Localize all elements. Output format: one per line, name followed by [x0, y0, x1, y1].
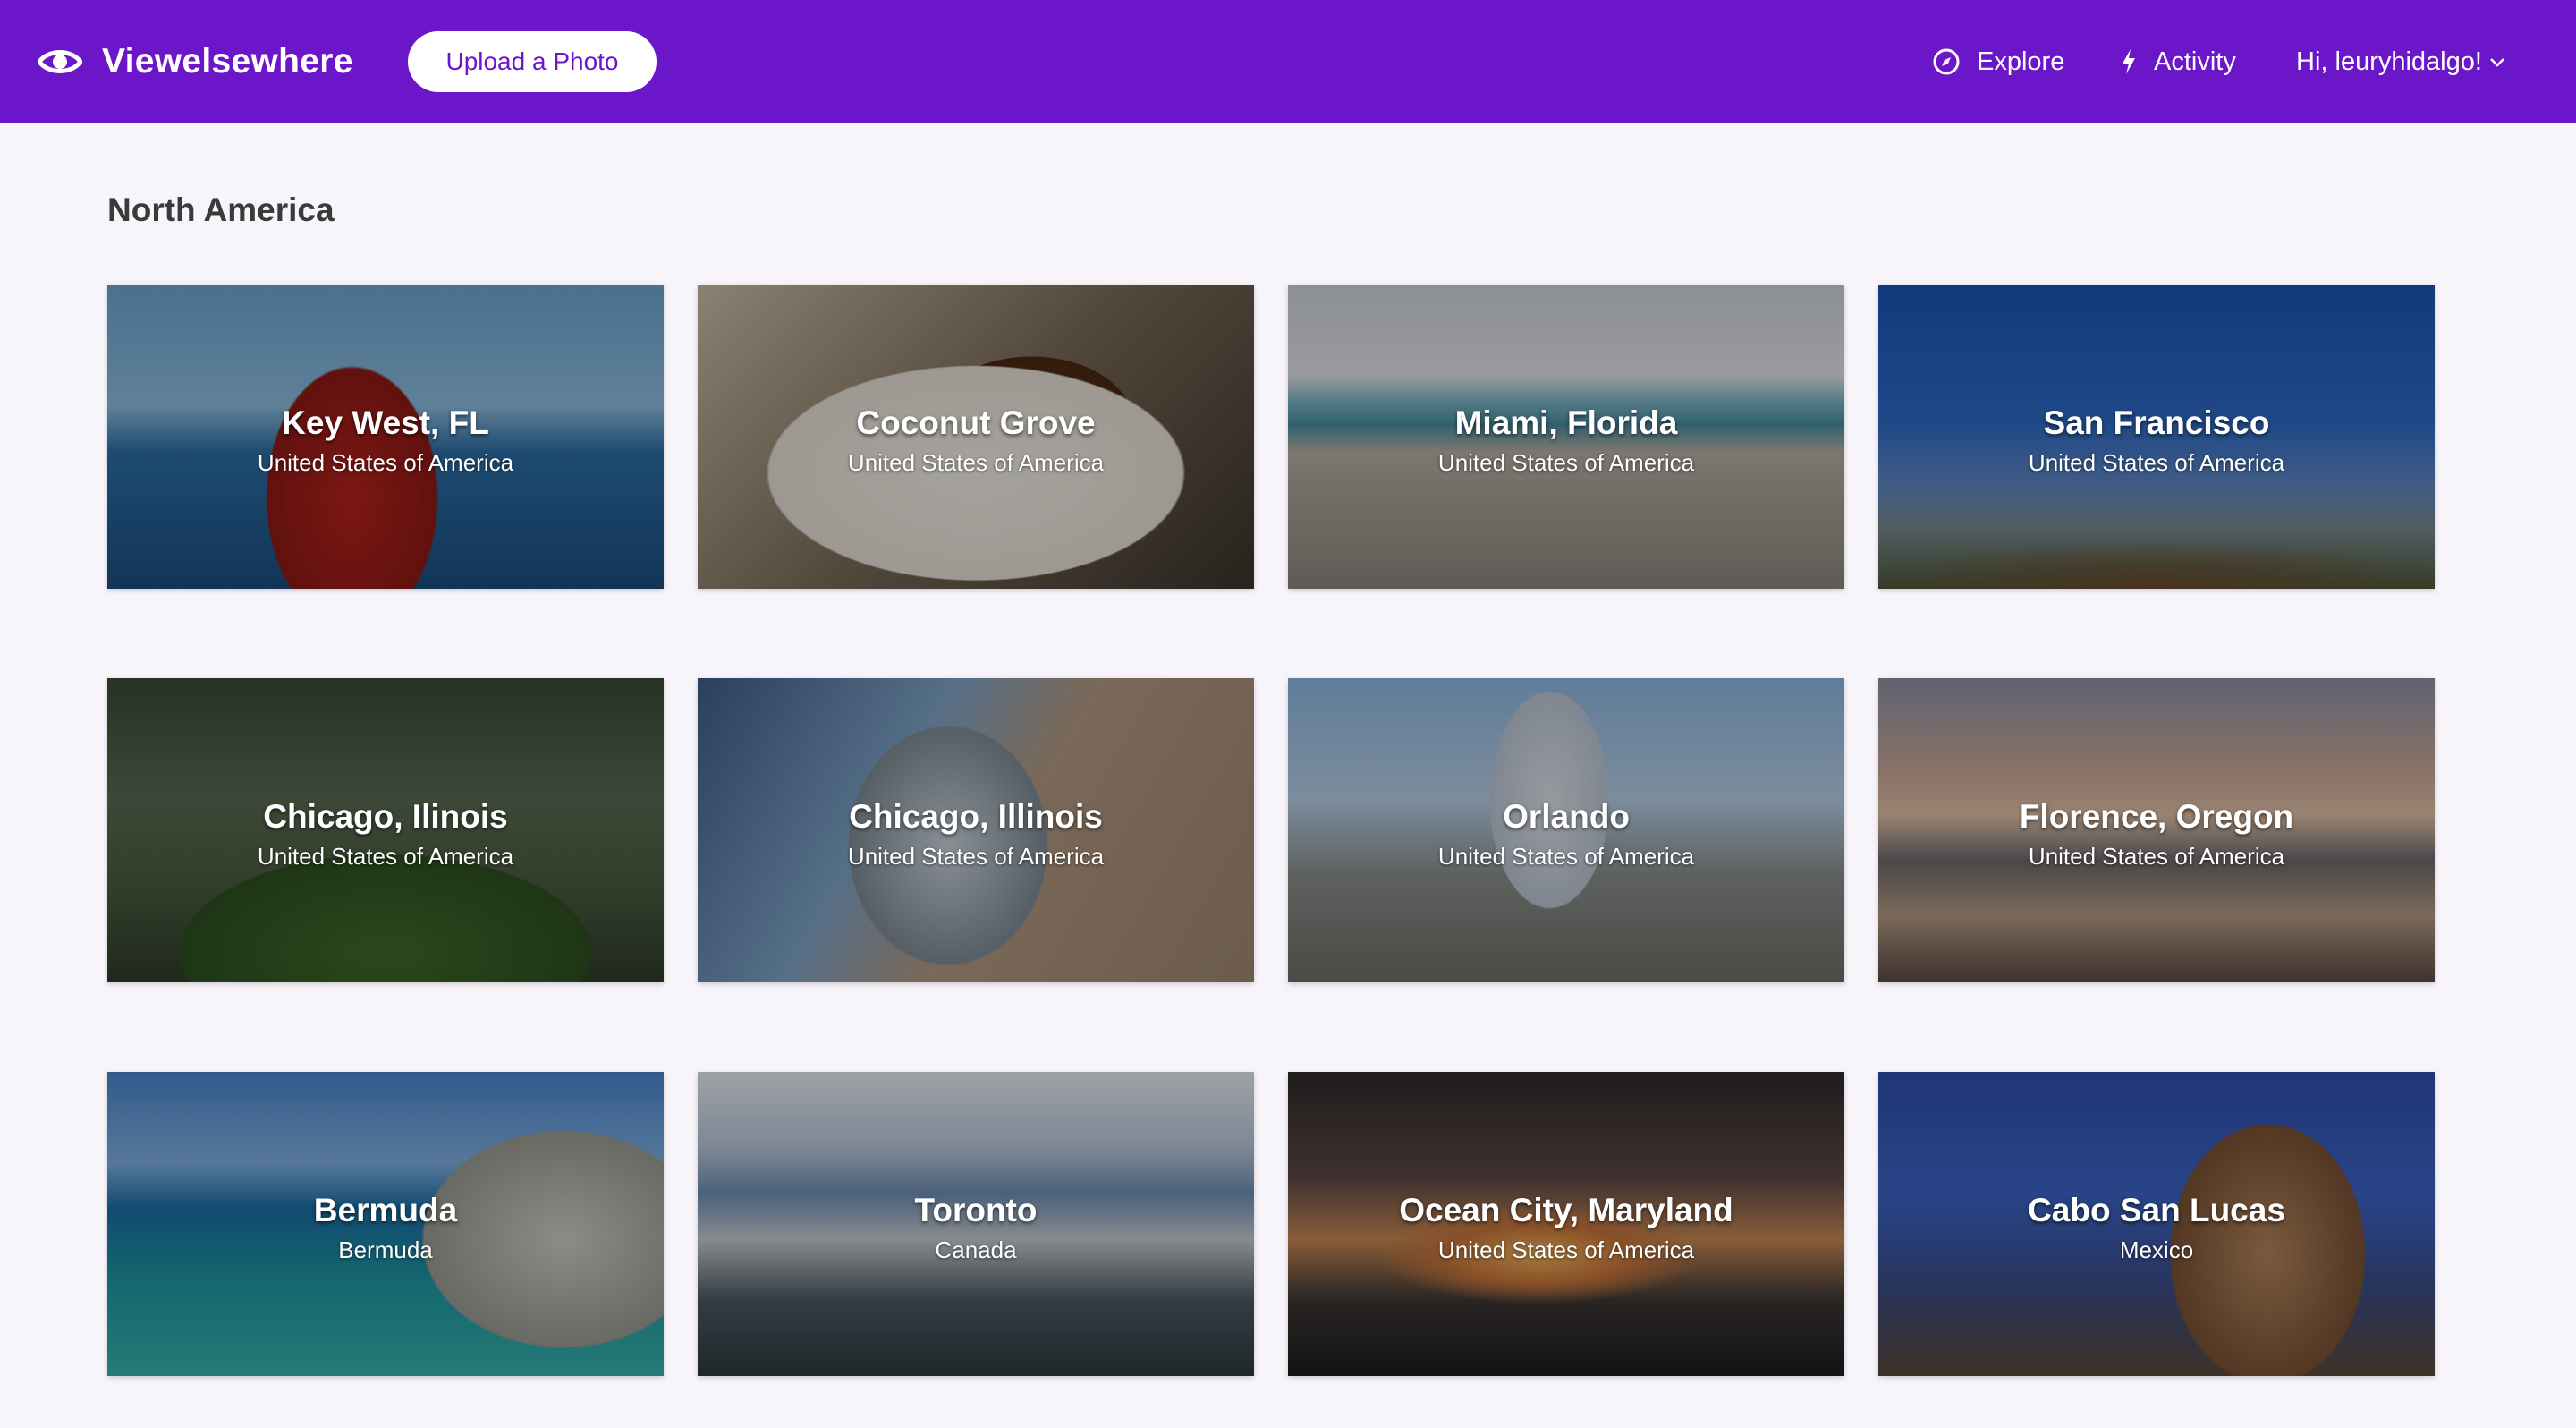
place-card-coconut-grove[interactable]: Coconut Grove United States of America	[698, 285, 1254, 589]
place-city: Florence, Oregon	[2019, 798, 2294, 835]
place-card-florence[interactable]: Florence, Oregon United States of Americ…	[1878, 678, 2435, 982]
place-country: United States of America	[1437, 1237, 1695, 1263]
upload-photo-button[interactable]: Upload a Photo	[408, 31, 657, 92]
place-card-bermuda[interactable]: Bermuda Bermuda	[107, 1072, 664, 1376]
top-navigation-bar: Viewelsewhere Upload a Photo Explore Act…	[0, 0, 2576, 123]
user-greeting: Hi, leuryhidalgo!	[2296, 47, 2482, 76]
place-city: Chicago, Ilinois	[263, 798, 508, 835]
section-title: North America	[107, 191, 335, 228]
place-card-miami[interactable]: Miami, Florida United States of America	[1288, 285, 1844, 589]
place-country: United States of America	[2028, 843, 2285, 870]
place-country: Bermuda	[338, 1237, 433, 1263]
place-city: Key West, FL	[282, 404, 489, 441]
place-card-chicago-1[interactable]: Chicago, Ilinois United States of Americ…	[107, 678, 664, 982]
user-menu-dropdown[interactable]: Hi, leuryhidalgo!	[2296, 39, 2505, 84]
place-card-orlando[interactable]: Orlando United States of America	[1288, 678, 1844, 982]
place-country: United States of America	[847, 449, 1105, 476]
place-card-chicago-2[interactable]: Chicago, Illinois United States of Ameri…	[698, 678, 1254, 982]
place-country: United States of America	[257, 843, 514, 870]
nav-explore[interactable]: Explore	[1932, 39, 2064, 84]
place-city: Chicago, Illinois	[849, 798, 1103, 835]
lightning-icon	[2120, 47, 2138, 76]
place-city: Bermuda	[313, 1192, 458, 1228]
brand-name: Viewelsewhere	[102, 42, 353, 81]
place-city: San Francisco	[2043, 404, 2270, 441]
place-country: United States of America	[257, 449, 514, 476]
place-card-san-francisco[interactable]: San Francisco United States of America	[1878, 285, 2435, 589]
nav-explore-label: Explore	[1977, 47, 2065, 76]
place-country: United States of America	[2028, 449, 2285, 476]
place-card-cabo-san-lucas[interactable]: Cabo San Lucas Mexico	[1878, 1072, 2435, 1376]
brand-logo-link[interactable]: Viewelsewhere	[38, 36, 353, 88]
place-country: United States of America	[1437, 843, 1695, 870]
place-city: Cabo San Lucas	[2028, 1192, 2285, 1228]
place-country: Mexico	[2119, 1237, 2194, 1263]
nav-activity-label: Activity	[2154, 47, 2236, 76]
place-city: Orlando	[1503, 798, 1630, 835]
place-city: Miami, Florida	[1454, 404, 1678, 441]
place-city: Coconut Grove	[856, 404, 1096, 441]
place-city: Ocean City, Maryland	[1399, 1192, 1733, 1228]
place-card-key-west[interactable]: Key West, FL United States of America	[107, 285, 664, 589]
compass-icon	[1932, 47, 1961, 76]
chevron-down-icon	[2489, 55, 2505, 68]
place-country: United States of America	[1437, 449, 1695, 476]
place-country: Canada	[935, 1237, 1017, 1263]
place-card-ocean-city[interactable]: Ocean City, Maryland United States of Am…	[1288, 1072, 1844, 1376]
place-country: United States of America	[847, 843, 1105, 870]
nav-activity[interactable]: Activity	[2120, 39, 2236, 84]
eye-icon	[38, 47, 82, 77]
place-city: Toronto	[914, 1192, 1038, 1228]
place-card-toronto[interactable]: Toronto Canada	[698, 1072, 1254, 1376]
